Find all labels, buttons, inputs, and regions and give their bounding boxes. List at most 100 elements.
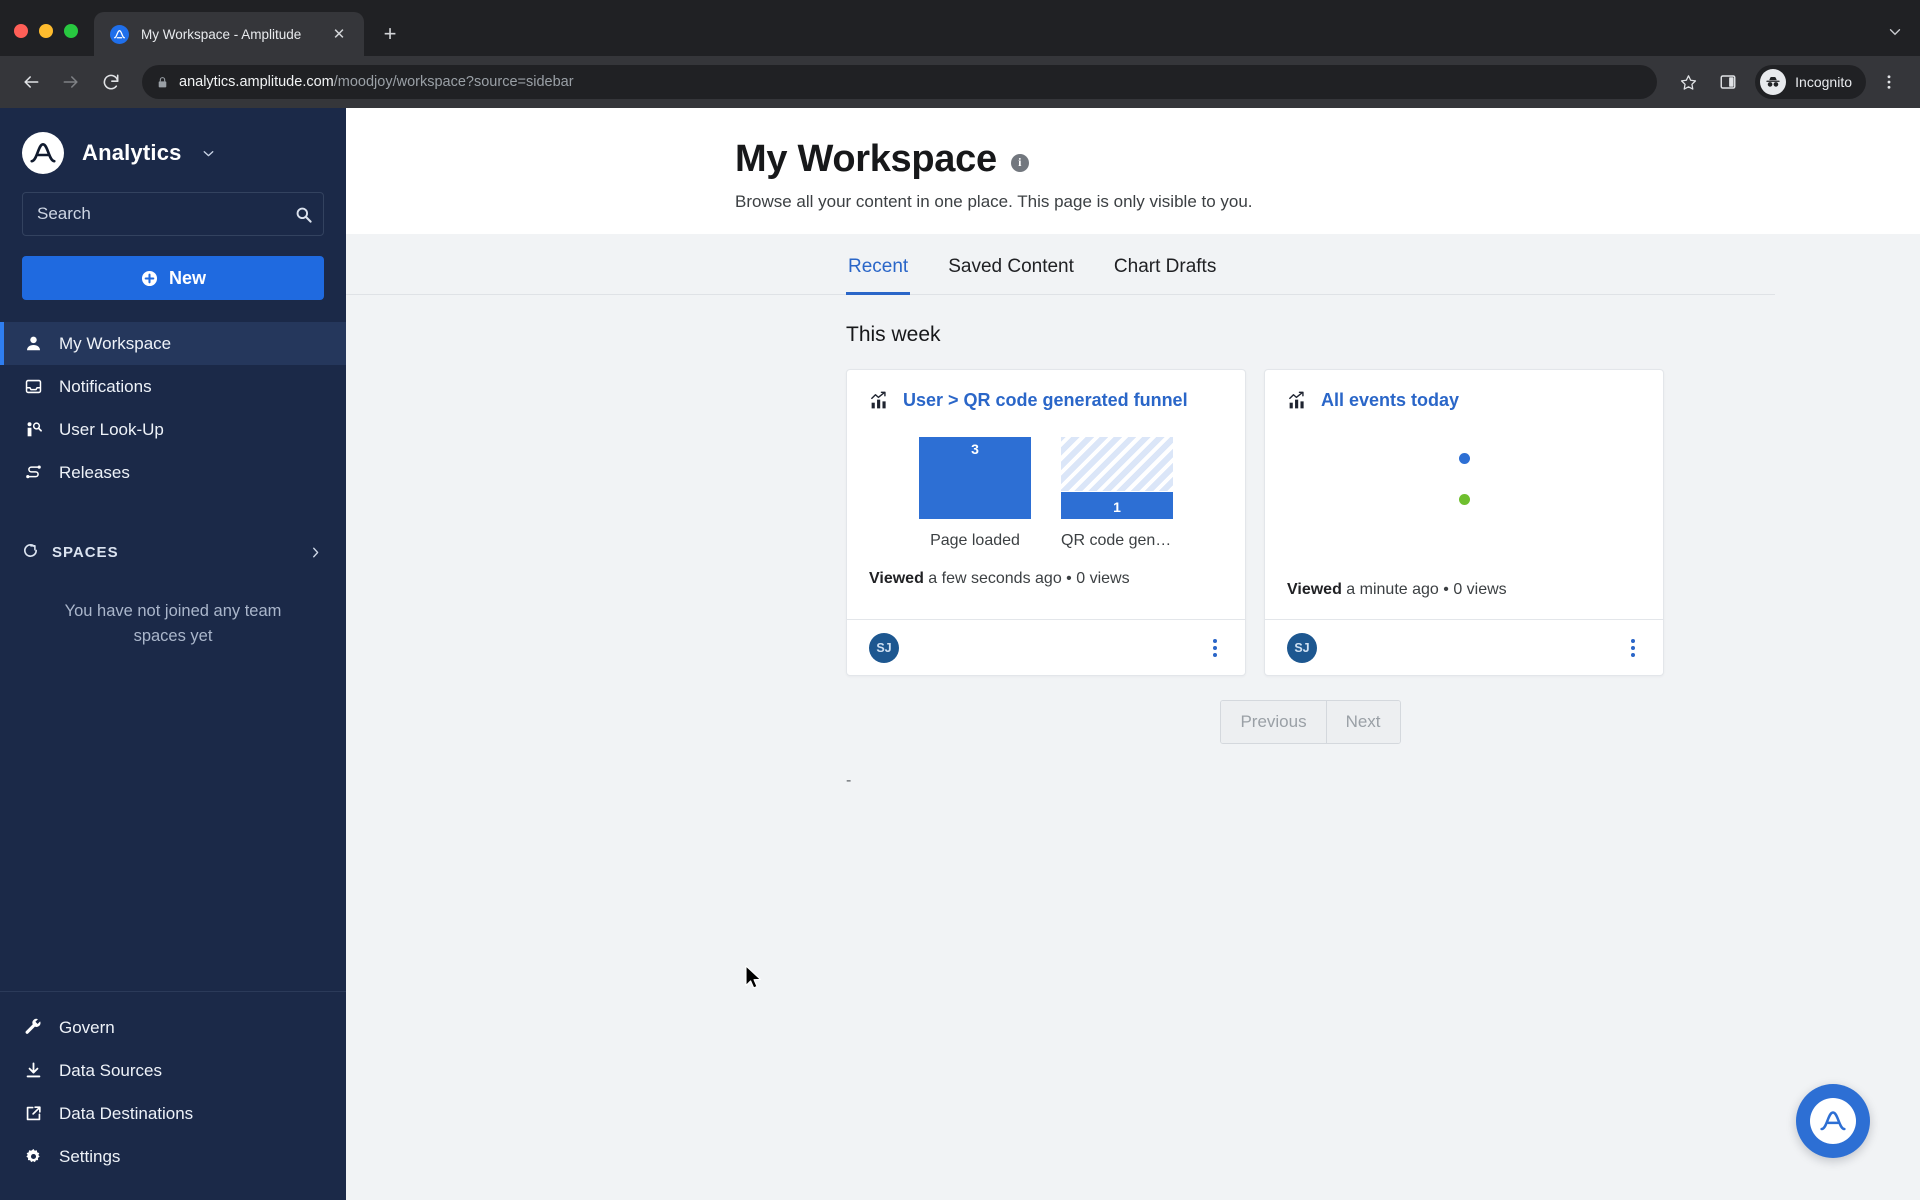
funnel-step: 1 QR code generat... [1061,437,1173,550]
funnel-bar-stack: 3 [919,437,1031,519]
sidebar-item-data-destinations[interactable]: Data Destinations [0,1092,346,1135]
avatar[interactable]: SJ [1287,632,1317,663]
three-dots-vertical-icon[interactable] [1207,633,1223,663]
card-title[interactable]: All events today [1321,390,1459,411]
sidebar-item-releases[interactable]: Releases [0,451,346,494]
lock-icon [156,76,169,89]
funnel-bar-stack: 1 [1061,437,1173,519]
window-traffic-lights [14,24,94,56]
profile-button[interactable]: Incognito [1755,65,1866,99]
card-footer: SJ [1265,619,1663,675]
content-card[interactable]: All events today Viewed a minute ago • 0 [1264,369,1664,676]
info-icon[interactable]: i [1010,153,1029,172]
releases-flow-icon [22,463,44,482]
page-header: My Workspace i Browse all your content i… [346,108,1920,234]
card-body: All events today Viewed a minute ago • 0 [1265,370,1663,619]
card-title[interactable]: User > QR code generated funnel [903,390,1188,411]
card-meta-separator: • [1443,581,1449,598]
scatter-point-green [1458,493,1470,505]
content-tabs: Recent Saved Content Chart Drafts [346,234,1775,295]
minimize-window-button[interactable] [39,24,53,38]
previous-page-button[interactable]: Previous [1221,701,1326,743]
address-bar[interactable]: analytics.amplitude.com/moodjoy/workspac… [142,65,1658,99]
brand-selector[interactable]: Analytics [0,108,346,192]
main-content: My Workspace i Browse all your content i… [346,108,1920,1200]
new-button-label: New [168,267,206,288]
browser-tab[interactable]: My Workspace - Amplitude ✕ [94,12,364,56]
person-search-icon [22,420,44,439]
card-viewed-time: a few seconds ago [928,570,1062,587]
sidebar-item-label: Releases [59,462,130,482]
search-input[interactable]: Search [22,192,324,236]
scatter-point-blue [1458,453,1470,464]
plus-icon[interactable]: + [373,17,407,51]
sidebar-bottom-nav: Govern Data Sources Data Destinations Se… [0,992,346,1200]
chevron-down-icon [1886,23,1904,46]
sidebar-item-user-look-up[interactable]: User Look-Up [0,408,346,451]
card-title-row: All events today [1287,390,1641,411]
pagination: Previous Next [346,676,1920,744]
page-subtitle: Browse all your content in one place. Th… [735,192,1253,211]
chart-icon [869,390,890,411]
sidebar-nav: My Workspace Notifications User Look-Up [0,322,346,494]
funnel-bar-value: 3 [919,437,1031,519]
tabstrip-menu[interactable] [1886,23,1920,56]
tab-chart-drafts[interactable]: Chart Drafts [1112,234,1218,295]
chevron-right-icon[interactable] [307,544,324,561]
avatar[interactable]: SJ [869,632,899,663]
address-bar-url: analytics.amplitude.com/moodjoy/workspac… [179,74,574,90]
browser-tabstrip: My Workspace - Amplitude ✕ + [0,0,1920,56]
tab-recent[interactable]: Recent [846,234,911,295]
sidebar-item-label: Data Sources [59,1060,162,1080]
sidebar-item-govern[interactable]: Govern [0,1006,346,1049]
funnel-chart: 3 Page loaded 1 QR code generat. [869,411,1223,550]
gear-icon [22,1147,44,1166]
spaces-empty-state: You have not joined any team spaces yet [64,602,282,645]
spaces-label: SPACES [52,544,119,561]
new-button[interactable]: New [22,256,324,300]
search-container: Search [0,192,346,236]
card-meta-separator: • [1066,570,1072,587]
profile-label: Incognito [1795,74,1852,90]
amplitude-help-fab[interactable] [1796,1084,1870,1158]
funnel-bar-dropoff [1061,437,1173,492]
three-dots-vertical-icon[interactable] [1625,633,1641,663]
close-window-button[interactable] [14,24,28,38]
funnel-step-label: QR code generat... [1061,532,1173,549]
url-path: /moodjoy/workspace?source=sidebar [333,74,574,90]
browser-tab-title: My Workspace - Amplitude [141,26,302,42]
sidebar-item-label: Settings [59,1146,121,1166]
funnel-bar-value: 1 [1061,491,1173,519]
side-panel-icon[interactable] [1711,65,1745,99]
reload-icon[interactable] [94,65,128,99]
sidebar-item-notifications[interactable]: Notifications [0,365,346,408]
page-title-row: My Workspace i [735,138,1920,181]
person-icon [22,334,44,353]
spaces-section-header[interactable]: SPACES [0,494,346,563]
sidebar-item-my-workspace[interactable]: My Workspace [0,322,346,365]
amplitude-logo-icon [110,24,129,44]
card-viewed-label: Viewed [869,570,924,587]
export-icon [22,1104,44,1123]
maximize-window-button[interactable] [64,24,78,38]
arrow-right-icon[interactable] [54,65,88,99]
sidebar-item-data-sources[interactable]: Data Sources [0,1049,346,1092]
tab-saved-content[interactable]: Saved Content [946,234,1076,295]
close-icon[interactable]: ✕ [328,23,350,45]
sidebar-item-label: Data Destinations [59,1103,194,1123]
content-area: Recent Saved Content Chart Drafts This w… [346,234,1920,1200]
next-page-button[interactable]: Next [1325,701,1400,743]
card-meta: Viewed a few seconds ago • 0 views [869,550,1223,608]
incognito-icon [1760,69,1787,95]
arrow-left-icon[interactable] [14,65,48,99]
search-icon[interactable] [290,201,316,227]
sidebar-item-label: Notifications [59,376,152,396]
mouse-cursor [745,965,763,996]
three-dots-vertical-icon[interactable] [1872,65,1906,99]
amplitude-logo-icon [22,132,64,174]
card-body: User > QR code generated funnel 3 Page l… [847,370,1245,619]
scatter-chart [1287,411,1641,561]
star-icon[interactable] [1671,65,1705,99]
content-card[interactable]: User > QR code generated funnel 3 Page l… [846,369,1246,676]
sidebar-item-settings[interactable]: Settings [0,1135,346,1178]
